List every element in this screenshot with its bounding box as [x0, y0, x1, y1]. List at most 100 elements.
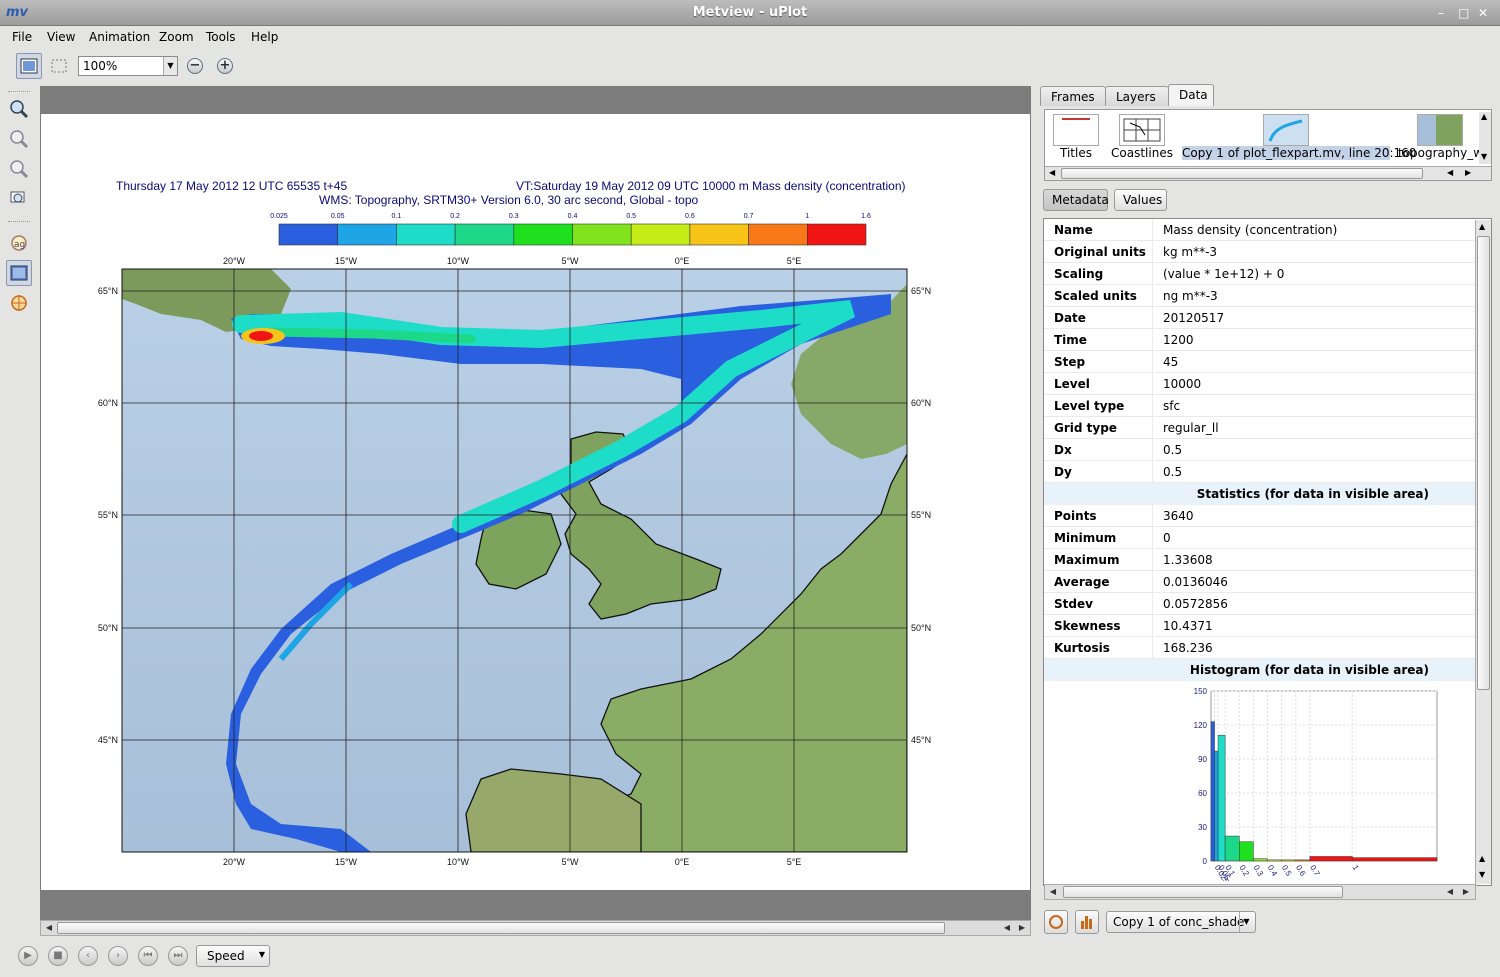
arrow-left-icon[interactable]: ◀ [1447, 168, 1453, 177]
chevron-down-icon: ▼ [258, 950, 265, 959]
layer-thumb-flexpart[interactable]: Copy 1 of plot_flexpart.mv, line 20:160 [1182, 114, 1416, 160]
histogram-bar [1309, 856, 1353, 862]
plot-title-right: VT:Saturday 19 May 2012 09 UTC 10000 m M… [516, 179, 906, 193]
menu-tools[interactable]: Tools [206, 30, 236, 44]
metadata-row: Dx 0.5 [1044, 439, 1476, 461]
area-select-icon[interactable] [46, 53, 72, 79]
arrow-left-icon[interactable]: ◀ [1049, 168, 1055, 177]
thumb-scrollbar[interactable]: ◀ ◀ ▶ [1045, 166, 1491, 180]
color-legend: 0.025 0.05 0.1 0.2 0.3 0.4 0.5 0.6 0.7 1 1.6 [270, 213, 871, 246]
first-frame-icon[interactable]: ⏮ [138, 946, 158, 966]
data-horizontal-scrollbar[interactable]: ◀ ◀ ▶ [1044, 884, 1476, 900]
scroll-thumb[interactable] [1061, 168, 1423, 179]
values-button[interactable]: Values [1114, 189, 1167, 211]
layer-thumb-titles[interactable]: Titles [1053, 114, 1099, 160]
lat-label-right: 65°N [911, 286, 931, 296]
histogram-bar [1352, 857, 1438, 862]
layer-thumbnail-strip: Titles Coastlines Copy 1 of plot_flexpar… [1044, 109, 1492, 181]
arrow-left-icon[interactable]: ◀ [1046, 886, 1060, 898]
metadata-button[interactable]: Metadata [1043, 189, 1109, 211]
coastlines-thumbnail [1119, 114, 1165, 146]
zoom-stack-icon[interactable] [6, 186, 32, 212]
close-icon[interactable]: ✕ [1478, 6, 1488, 20]
histogram-bar [1217, 734, 1226, 862]
arrow-right-icon[interactable]: ▶ [1465, 168, 1471, 177]
arrow-down-icon[interactable]: ▼ [1479, 870, 1485, 879]
play-icon[interactable]: ▶ [18, 946, 38, 966]
scroll-thumb[interactable] [57, 922, 945, 934]
flexpart-thumbnail [1263, 114, 1309, 146]
metadata-row: Scaling (value * 1e+12) + 0 [1044, 263, 1476, 285]
layer-thumb-topography[interactable]: topography_w [1398, 114, 1482, 160]
legend-swatch [572, 223, 632, 246]
histogram-xtick: 0.4 [1266, 864, 1280, 879]
step-back-icon[interactable]: ‹ [78, 946, 98, 966]
histogram-xtick: 0.6 [1294, 864, 1308, 879]
thumb-vscroll[interactable]: ▲ ▼ [1479, 112, 1491, 164]
last-frame-icon[interactable]: ⏭ [168, 946, 188, 966]
histogram-bar [1210, 721, 1215, 862]
magnifier-glass-icon[interactable]: ag [6, 230, 32, 256]
menu-file[interactable]: File [12, 30, 32, 44]
metadata-key: Dx [1054, 443, 1072, 457]
legend-value: 0.6 [685, 213, 695, 220]
plot-canvas[interactable]: Thursday 17 May 2012 12 UTC 65535 t+45 V… [41, 114, 1030, 890]
lon-label-top: 20°W [223, 256, 246, 266]
tab-frames[interactable]: Frames [1040, 86, 1106, 106]
lat-label-left: 45°N [98, 735, 118, 745]
lat-label-right: 55°N [911, 510, 931, 520]
stats-value: 10.4371 [1163, 619, 1213, 633]
tab-data[interactable]: Data [1168, 84, 1214, 106]
zoom-out-magnifier-icon[interactable] [6, 126, 32, 152]
select-view-icon[interactable] [16, 53, 42, 79]
histogram-ytick: 60 [1198, 789, 1207, 798]
arrow-right-icon[interactable]: ▶ [1459, 886, 1473, 898]
menu-view[interactable]: View [47, 30, 75, 44]
stop-icon[interactable]: ■ [48, 946, 68, 966]
step-forward-icon[interactable]: › [108, 946, 128, 966]
plume-core-red [249, 331, 273, 341]
data-vertical-scrollbar[interactable]: ▲ ▲ ▼ [1475, 220, 1491, 884]
layer-thumb-coastlines[interactable]: Coastlines [1111, 114, 1173, 160]
metadata-row: Time 1200 [1044, 329, 1476, 351]
plot-horizontal-scrollbar[interactable]: ◀ ◀ ▶ [40, 920, 1031, 936]
arrow-up-icon[interactable]: ▲ [1479, 222, 1485, 231]
arrow-up-icon[interactable]: ▲ [1481, 112, 1487, 121]
scroll-thumb[interactable] [1477, 236, 1490, 690]
histogram-frame [1210, 690, 1438, 862]
arrow-left-icon[interactable]: ◀ [1000, 922, 1014, 934]
tab-layers[interactable]: Layers [1105, 86, 1169, 106]
maximize-icon[interactable]: □ [1458, 6, 1469, 20]
toolbar-grip [8, 221, 30, 224]
zoom-up-magnifier-icon[interactable] [6, 156, 32, 182]
menu-animation[interactable]: Animation [89, 30, 150, 44]
arrow-right-icon[interactable]: ▶ [1015, 922, 1029, 934]
layer-select[interactable]: Copy 1 of conc_shade ▼ [1106, 911, 1256, 933]
arrow-left-icon[interactable]: ◀ [1443, 886, 1457, 898]
minimize-icon[interactable]: – [1438, 6, 1444, 20]
histogram-header: Histogram (for data in visible area) [1044, 659, 1476, 681]
menu-help[interactable]: Help [251, 30, 278, 44]
zoom-out-icon[interactable]: − [187, 58, 203, 74]
metadata-value: regular_ll [1163, 421, 1219, 435]
menu-zoom[interactable]: Zoom [159, 30, 194, 44]
zoom-magnifier-icon[interactable] [6, 96, 32, 122]
metadata-row: Dy 0.5 [1044, 461, 1476, 483]
legend-swatch [748, 223, 808, 246]
zoom-in-icon[interactable]: + [217, 58, 233, 74]
data-view-icon[interactable] [6, 260, 32, 286]
lon-label-bottom: 15°W [335, 857, 358, 867]
arrow-up-icon[interactable]: ▲ [1479, 854, 1485, 863]
tab-data-label: Data [1179, 88, 1208, 102]
scroll-thumb[interactable] [1063, 886, 1343, 898]
lon-label-bottom: 20°W [223, 857, 246, 867]
zoom-level-select[interactable]: 100% ▼ [78, 56, 178, 76]
arrow-down-icon[interactable]: ▼ [1481, 152, 1487, 161]
speed-select[interactable]: Speed ▼ [196, 945, 270, 967]
reload-icon[interactable] [1044, 910, 1068, 934]
stats-value: 168.236 [1163, 641, 1213, 655]
bar-chart-icon[interactable] [1075, 910, 1099, 934]
stats-key: Skewness [1054, 619, 1121, 633]
arrow-left-icon[interactable]: ◀ [42, 922, 56, 934]
crosshair-icon[interactable] [6, 290, 32, 316]
